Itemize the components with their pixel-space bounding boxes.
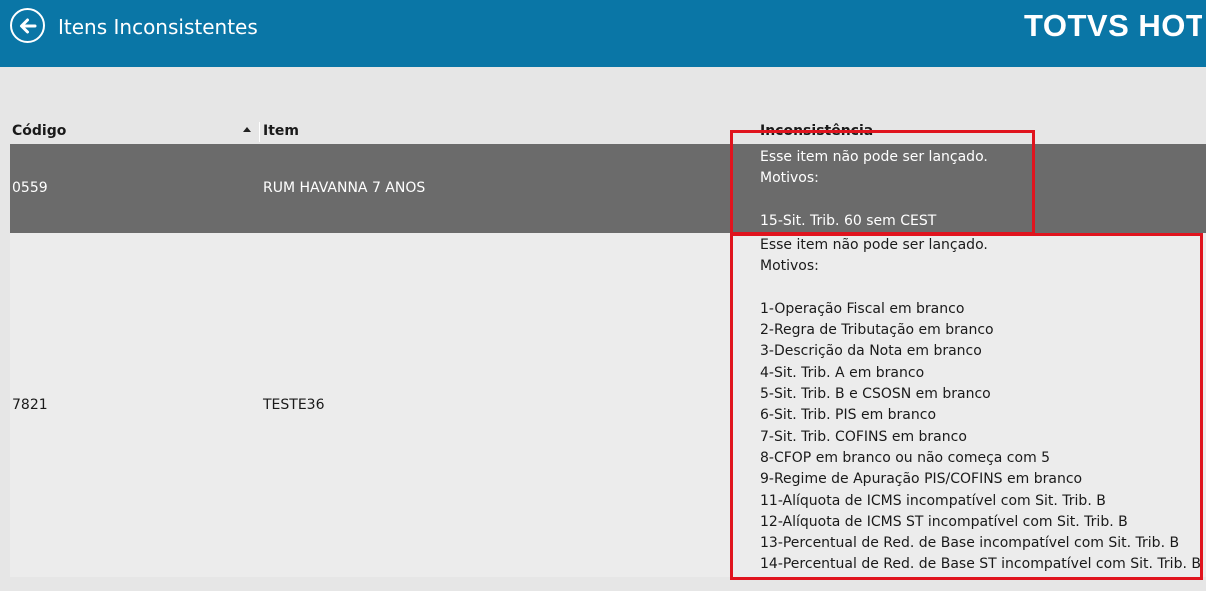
brand-logo: TOTVS HOTÉIS (1024, 8, 1202, 43)
page-title: Itens Inconsistentes (58, 15, 258, 39)
sort-ascending-icon (243, 127, 251, 132)
table-row[interactable]: 7821 TESTE36 Esse item não pode ser lanç… (10, 233, 1206, 577)
table-header: Código Item Inconsistência (0, 120, 1206, 144)
cell-item: TESTE36 (263, 397, 325, 413)
column-header-codigo[interactable]: Código (12, 123, 66, 139)
cell-codigo: 0559 (12, 180, 48, 196)
column-header-item[interactable]: Item (263, 123, 299, 139)
cell-codigo: 7821 (12, 397, 48, 413)
app-header: Itens Inconsistentes TOTVS HOTÉIS (0, 0, 1206, 67)
column-header-inconsistencia[interactable]: Inconsistência (760, 123, 873, 139)
table-row[interactable]: 0559 RUM HAVANNA 7 ANOS Esse item não po… (10, 144, 1206, 233)
column-separator[interactable] (259, 122, 260, 142)
arrow-left-circle-icon (19, 18, 36, 33)
back-button[interactable] (10, 8, 45, 43)
cell-inconsistencia: Esse item não pode ser lançado. Motivos:… (760, 149, 988, 229)
cell-inconsistencia: Esse item não pode ser lançado. Motivos:… (760, 237, 1201, 573)
cell-item: RUM HAVANNA 7 ANOS (263, 180, 426, 196)
